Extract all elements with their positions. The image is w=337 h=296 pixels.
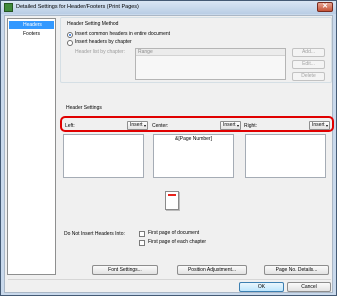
option-common-headers[interactable]: Insert common headers in entire document (67, 31, 170, 38)
font-settings-button[interactable]: Font Settings... (92, 265, 158, 275)
header-method-legend: Header Setting Method (66, 21, 120, 27)
insert-center-button[interactable]: Insert ▾ (220, 121, 241, 130)
right-header-text (246, 135, 325, 136)
dialog-body: Headers Footers Header Setting Method In… (4, 15, 334, 293)
chevron-down-icon: ▾ (236, 123, 239, 128)
ok-button[interactable]: OK (239, 282, 284, 292)
radio-selected-icon[interactable] (67, 31, 73, 38)
first-page-document-option[interactable]: First page of document (139, 230, 199, 237)
window-title: Detailed Settings for Header/Footers (Pr… (16, 4, 139, 10)
header-method-group: Header Setting Method Insert common head… (60, 17, 332, 83)
app-icon (4, 3, 13, 12)
chapter-list[interactable]: Range (135, 48, 286, 80)
edit-button[interactable]: Edit... (292, 60, 325, 69)
option-common-label: Insert common headers in entire document (75, 31, 171, 37)
radio-icon[interactable] (67, 39, 73, 46)
checkbox-icon[interactable] (139, 230, 145, 237)
sidebar-item-footers[interactable]: Footers (9, 30, 54, 38)
page-preview-icon (165, 191, 179, 210)
chevron-down-icon: ▾ (143, 123, 146, 128)
page-no-details-button[interactable]: Page No. Details... (264, 265, 329, 275)
insert-left-label: Insert (130, 122, 143, 128)
checkbox-icon[interactable] (139, 239, 145, 246)
dialog-window: Detailed Settings for Header/Footers (Pr… (0, 0, 337, 296)
delete-button[interactable]: Delete (292, 72, 325, 81)
center-header-textbox[interactable]: &[Page Number] (153, 134, 234, 178)
position-adjustment-button[interactable]: Position Adjustment... (177, 265, 247, 275)
left-header-text (64, 135, 143, 136)
right-label: Right: (244, 123, 258, 129)
close-button[interactable]: ✕ (317, 2, 333, 12)
right-header-textbox[interactable] (245, 134, 326, 178)
insert-toolbar-highlight (60, 116, 334, 132)
sidebar-list: Headers Footers (7, 18, 56, 275)
insert-left-button[interactable]: Insert ▾ (127, 121, 148, 130)
insert-right-button[interactable]: Insert ▾ (309, 121, 330, 130)
sidebar-item-headers[interactable]: Headers (9, 21, 54, 29)
insert-center-label: Insert (223, 122, 236, 128)
footer-divider (8, 279, 331, 280)
first-page-chapter-option[interactable]: First page of each chapter (139, 239, 206, 246)
add-button[interactable]: Add... (292, 48, 325, 57)
settings-panel: Header Setting Method Insert common head… (60, 16, 334, 276)
left-header-textbox[interactable] (63, 134, 144, 178)
do-not-insert-label: Do Not Insert Headers Into: (64, 231, 125, 237)
center-label: Center: (152, 123, 169, 129)
first-page-document-label: First page of document (148, 230, 200, 236)
left-label: Left: (65, 123, 75, 129)
header-position-marker (168, 194, 176, 196)
chevron-down-icon: ▾ (325, 123, 328, 128)
option-headers-by-chapter[interactable]: Insert headers by chapter (67, 39, 132, 46)
header-settings-legend: Header Settings (65, 105, 103, 111)
title-bar[interactable]: Detailed Settings for Header/Footers (Pr… (1, 1, 336, 14)
range-column-header: Range (136, 49, 285, 56)
cancel-button[interactable]: Cancel (287, 282, 331, 292)
first-page-chapter-label: First page of each chapter (148, 239, 207, 245)
center-header-text: &[Page Number] (175, 136, 212, 142)
chapter-list-label: Header list by chapter: (75, 49, 126, 55)
insert-right-label: Insert (312, 122, 325, 128)
option-chapter-label: Insert headers by chapter (75, 39, 132, 45)
